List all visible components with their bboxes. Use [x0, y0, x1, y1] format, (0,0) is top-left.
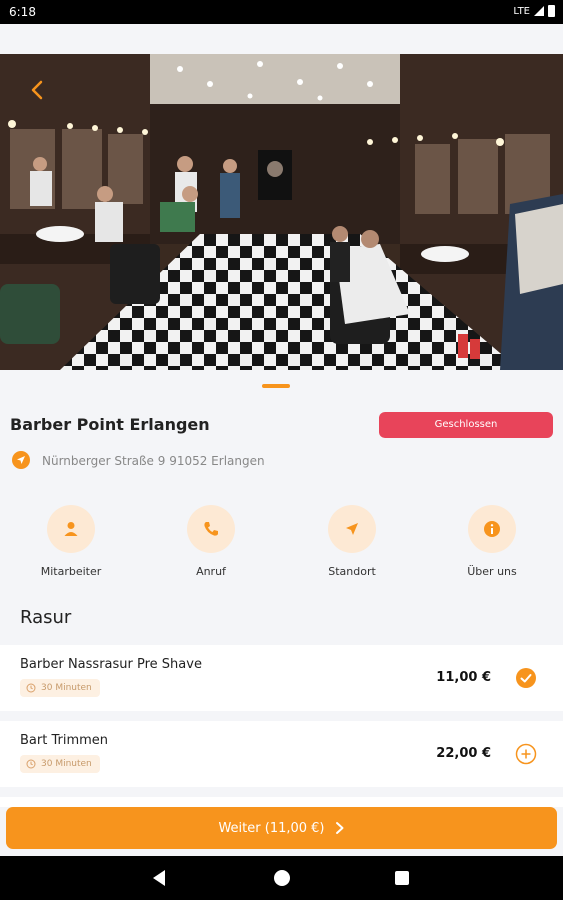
- person-icon: [47, 505, 95, 553]
- status-bar: 6:18 LTE: [0, 0, 563, 24]
- duration-badge: 30 Minuten: [20, 755, 100, 773]
- status-time: 6:18: [9, 5, 36, 19]
- phone-icon: [187, 505, 235, 553]
- shop-address: Nürnberger Straße 9 91052 Erlangen: [42, 454, 265, 468]
- chevron-right-icon: [335, 822, 344, 834]
- section-title: Rasur: [20, 607, 72, 628]
- action-label: Über uns: [467, 565, 517, 578]
- network-label: LTE: [513, 5, 530, 17]
- continue-label: Weiter (11,00 €): [218, 820, 325, 836]
- service-name: Barber Nassrasur Pre Shave: [20, 657, 202, 672]
- clock-icon: [26, 683, 36, 693]
- continue-button[interactable]: Weiter (11,00 €): [6, 807, 557, 849]
- battery-icon: [548, 5, 555, 17]
- service-row-partial: [0, 797, 563, 807]
- nav-recents-icon[interactable]: [395, 871, 409, 885]
- service-price: 22,00 €: [436, 746, 491, 761]
- service-row[interactable]: Barber Nassrasur Pre Shave 30 Minuten 11…: [0, 645, 563, 711]
- top-spacer: [0, 24, 563, 54]
- add-circle-icon[interactable]: [515, 743, 537, 765]
- action-anruf[interactable]: Anruf: [161, 505, 261, 578]
- system-nav-bar: [0, 856, 563, 900]
- shop-photo: [0, 54, 563, 370]
- location-arrow-icon: [12, 451, 30, 469]
- nav-home-icon[interactable]: [274, 870, 290, 886]
- action-mitarbeiter[interactable]: Mitarbeiter: [21, 505, 121, 578]
- back-chevron-icon[interactable]: [26, 78, 50, 102]
- duration-badge: 30 Minuten: [20, 679, 100, 697]
- carousel-indicator: [262, 384, 290, 388]
- check-circle-icon[interactable]: [515, 667, 537, 689]
- shop-name: Barber Point Erlangen: [10, 415, 210, 434]
- nav-back-icon[interactable]: [153, 870, 165, 886]
- duration-text: 30 Minuten: [41, 759, 92, 769]
- action-label: Standort: [328, 565, 376, 578]
- service-name: Bart Trimmen: [20, 733, 109, 748]
- duration-text: 30 Minuten: [41, 683, 92, 693]
- service-price: 11,00 €: [436, 670, 491, 685]
- action-label: Anruf: [196, 565, 226, 578]
- service-row[interactable]: Bart Trimmen 30 Minuten 22,00 €: [0, 721, 563, 787]
- action-ueber-uns[interactable]: Über uns: [442, 505, 542, 578]
- barbershop-illustration: [0, 54, 563, 370]
- status-badge: Geschlossen: [379, 412, 553, 438]
- signal-icon: [534, 6, 544, 16]
- action-label: Mitarbeiter: [40, 565, 102, 578]
- navigation-icon: [328, 505, 376, 553]
- action-standort[interactable]: Standort: [302, 505, 402, 578]
- clock-icon: [26, 759, 36, 769]
- info-icon: [468, 505, 516, 553]
